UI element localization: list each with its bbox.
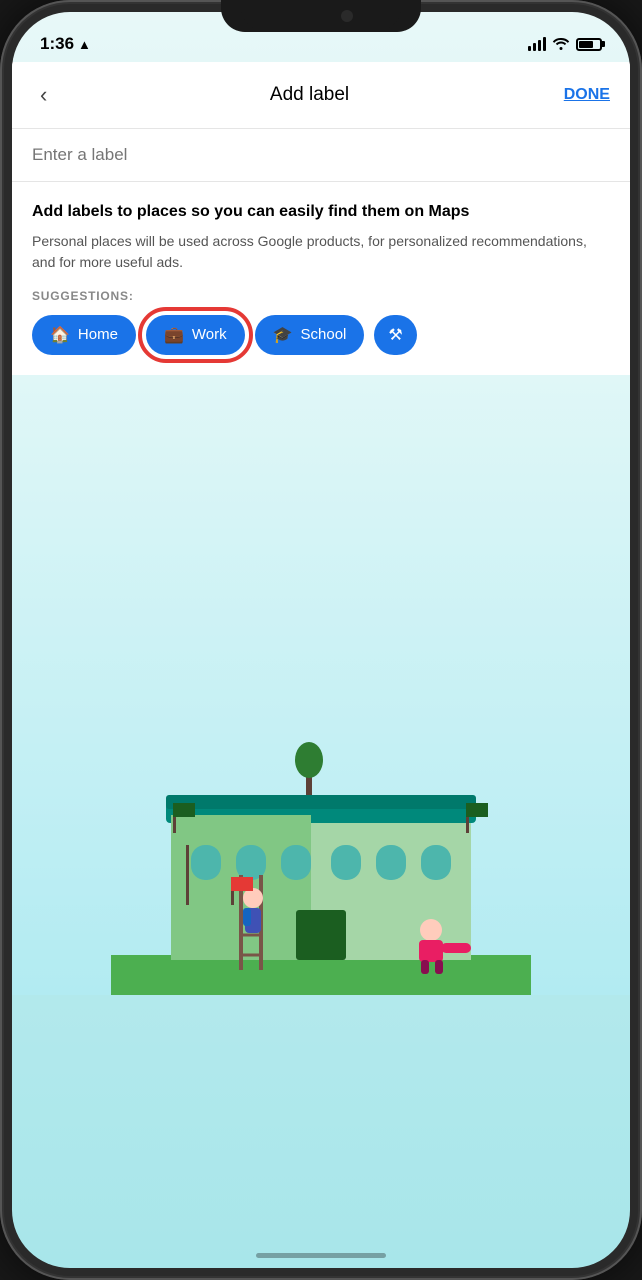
work-icon: 💼 [164,325,184,345]
chip-work[interactable]: 💼 Work [146,315,245,355]
app-content: ‹ Add label DONE Add labels to places so… [12,62,630,375]
illustration-area [12,375,630,995]
chip-work-label: Work [192,326,227,343]
phone-frame: 1:36 ▲ [0,0,642,1280]
suggestions-label: SUGGESTIONS: [32,289,610,303]
time-display: 1:36 [40,34,74,54]
camera [341,10,353,22]
status-time: 1:36 ▲ [40,34,91,54]
page-title: Add label [270,84,349,106]
wifi-icon [552,36,570,53]
chip-home-label: Home [78,326,118,343]
scene-svg [111,715,531,995]
chip-school-label: School [301,326,347,343]
back-button[interactable]: ‹ [32,78,55,112]
school-icon: 🎓 [273,325,293,345]
status-icons [528,36,602,53]
label-input[interactable] [32,145,610,165]
chip-extra[interactable]: ⚒ [374,315,416,355]
done-button[interactable]: DONE [564,86,610,104]
battery-icon [576,38,602,51]
info-title: Add labels to places so you can easily f… [32,202,610,223]
home-icon: 🏠 [50,325,70,345]
chip-work-wrapper: 💼 Work [146,315,245,355]
chips-row: 🏠 Home 💼 Work 🎓 School [32,315,610,365]
header: ‹ Add label DONE [12,62,630,129]
chip-home[interactable]: 🏠 Home [32,315,136,355]
screen: 1:36 ▲ [12,12,630,1268]
info-section: Add labels to places so you can easily f… [12,182,630,375]
label-input-section[interactable] [12,129,630,182]
notch [241,0,401,30]
extra-icon: ⚒ [388,325,402,345]
building-scene [111,715,531,995]
info-subtitle: Personal places will be used across Goog… [32,231,610,273]
chip-school[interactable]: 🎓 School [255,315,365,355]
location-icon: ▲ [78,37,91,52]
signal-icon [528,37,546,51]
home-indicator [256,1253,386,1258]
